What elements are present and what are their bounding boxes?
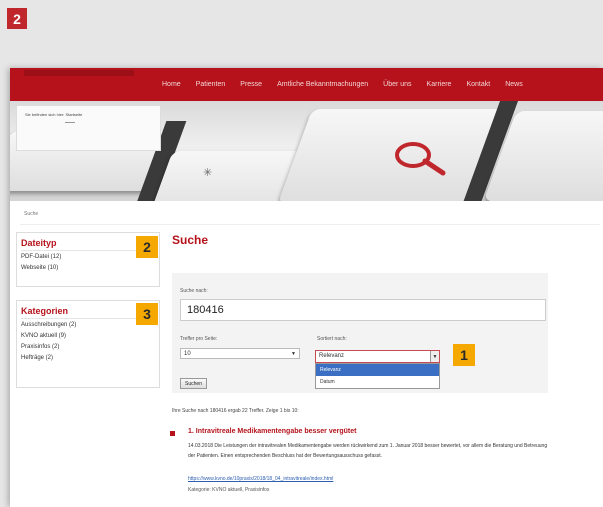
location-text: Sie befinden sich hier: Startseite xyxy=(25,112,83,117)
location-box: Sie befinden sich hier: Startseite xyxy=(16,105,161,151)
nav-item-amtliche-bekanntmachungen[interactable]: Amtliche Bekanntmachungen xyxy=(277,81,368,88)
asterisk-key-icon: ✳ xyxy=(203,167,213,179)
breadcrumb[interactable]: Suche xyxy=(24,211,38,217)
hero-banner: ✳ Sie befinden sich hier: Startseite xyxy=(10,101,603,201)
sort-option-relevance[interactable]: Relevanz xyxy=(316,364,439,376)
nav-item-news[interactable]: News xyxy=(505,81,523,88)
chevron-down-icon: ▼ xyxy=(291,351,296,357)
search-label: Suche nach: xyxy=(180,288,208,294)
sort-value: Relevanz xyxy=(319,353,345,359)
callout-1: 1 xyxy=(453,344,475,366)
search-form: Suche nach: 180416 Treffer pro Seite: 10… xyxy=(172,273,548,393)
filetype-item-webpage[interactable]: Webseite (10) xyxy=(21,265,159,271)
per-page-select[interactable]: 10 ▼ xyxy=(180,348,300,359)
sort-option-date[interactable]: Datum xyxy=(316,376,439,388)
main-nav: Home Patienten Presse Amtliche Bekanntmachu… xyxy=(162,68,538,101)
nav-item-home[interactable]: Home xyxy=(162,81,181,88)
nav-item-über-uns[interactable]: Über uns xyxy=(383,81,411,88)
chevron-down-icon[interactable]: ▼ xyxy=(430,351,439,362)
per-page-value: 10 xyxy=(184,351,191,357)
search-input[interactable]: 180416 xyxy=(180,299,546,321)
sort-dropdown: Relevanz Datum xyxy=(315,363,440,389)
keyboard-key xyxy=(147,151,303,201)
sort-label: Sortiert nach: xyxy=(317,336,347,342)
nav-item-patienten[interactable]: Patienten xyxy=(196,81,226,88)
nav-item-karriere[interactable]: Karriere xyxy=(427,81,452,88)
divider xyxy=(20,224,600,225)
divider xyxy=(21,250,155,251)
page-title: Suche xyxy=(172,233,209,247)
callout-2: 2 xyxy=(136,236,158,258)
result-snippet: 14.03.2018 Die Leistungen der intravitre… xyxy=(188,443,548,459)
top-navigation: Home Patienten Presse Amtliche Bekanntmachu… xyxy=(10,68,603,101)
location-mark xyxy=(65,122,75,123)
logo xyxy=(24,70,134,76)
magnifier-icon xyxy=(395,142,446,176)
nav-item-kontakt[interactable]: Kontakt xyxy=(466,81,490,88)
search-submit-button[interactable]: Suchen xyxy=(180,378,207,389)
result-title[interactable]: 1. Intravitreale Medikamentengabe besser… xyxy=(188,428,356,435)
nav-item-presse[interactable]: Presse xyxy=(240,81,262,88)
website-screenshot: Home Patienten Presse Amtliche Bekanntmachu… xyxy=(10,68,603,507)
result-link[interactable]: https://www.kvno.de/10praxis/2018/18_04_… xyxy=(188,476,333,482)
category-item-booklets[interactable]: Hefträge (2) xyxy=(21,355,159,361)
sort-select[interactable]: Relevanz ▼ xyxy=(315,350,440,363)
callout-3: 3 xyxy=(136,303,158,325)
result-bullet xyxy=(170,431,175,436)
divider xyxy=(21,318,155,319)
category-item-kvno-news[interactable]: KVNO aktuell (9) xyxy=(21,333,159,339)
result-category: Kategorie: KVNO aktuell, Praxisinfos xyxy=(188,487,270,493)
step-badge: 2 xyxy=(7,8,27,29)
results-summary: Ihre Suche nach 180416 ergab 22 Treffer.… xyxy=(172,408,299,414)
per-page-label: Treffer pro Seite: xyxy=(180,336,218,342)
category-item-practice-info[interactable]: Praxisinfos (2) xyxy=(21,344,159,350)
